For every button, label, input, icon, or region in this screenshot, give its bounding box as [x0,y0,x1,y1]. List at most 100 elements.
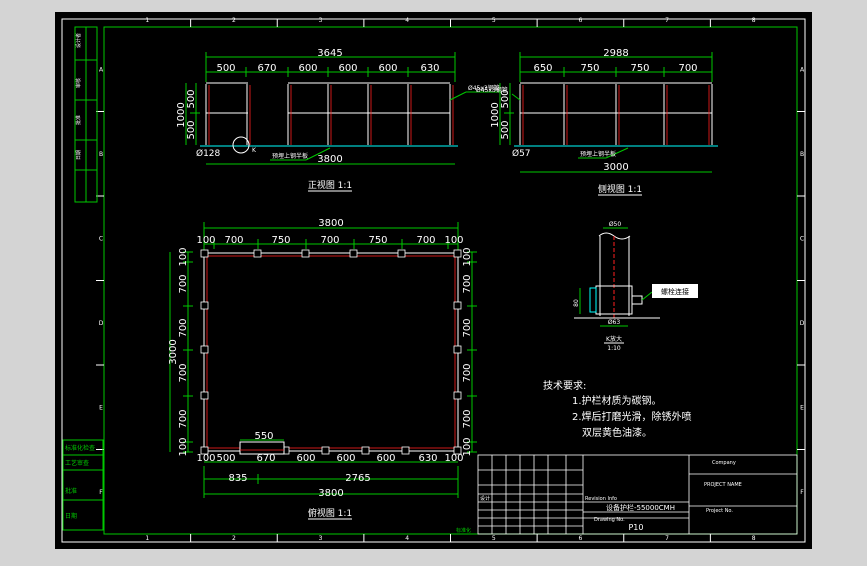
tech-note-2: 2.焊后打磨光滑，除锈外喷 [572,410,692,423]
zone-col-label: 2 [232,535,236,542]
tech-notes-heading: 技术要求: [543,379,586,392]
side-height-lower: 500 [500,120,511,139]
zone-col-label: 7 [665,535,669,542]
side-diameter: Ø57 [512,148,531,159]
plan-right-seg-3: 700 [462,363,473,382]
plan-top-seg-0: 100 [196,235,215,246]
side-seg-2: 750 [630,63,649,74]
plan-left-seg-2: 700 [178,318,189,337]
zone-col-label: 6 [579,17,583,24]
plan-top-seg-2: 750 [271,235,290,246]
tech-note-1: 1.护栏材质为碳钢。 [572,394,662,407]
title-block-drawing-no: Drawing No. [594,517,625,523]
title-block-drawing-title: 设备护栏-55000CMH [606,503,675,512]
plan-right-seg-0: 100 [462,247,473,266]
plan-bottom-seg-5: 600 [376,453,395,464]
tech-note-3: 双层黄色油漆。 [582,426,652,439]
plan-gate-width: 550 [254,431,273,442]
drawing-canvas [55,12,812,549]
plan-bottom-part-1: 835 [228,473,247,484]
side-label-2: 批准 [75,115,82,125]
side-label-0: 设计者 [75,33,82,48]
zone-row-label: F [800,489,804,496]
zone-row-label: D [99,320,104,327]
title-block-tag-b: 设计 [480,495,490,502]
cad-viewport: 1122334455667788 AABBCCDDEEFF 设计者 审核 批准 … [0,0,867,562]
zone-col-label: 8 [752,17,756,24]
plan-left-seg-0: 100 [178,247,189,266]
zone-col-label: 2 [232,17,236,24]
front-seg-5: 630 [420,63,439,74]
zone-row-label: D [800,320,805,327]
plan-bottom-seg-1: 500 [216,453,235,464]
title-block-project-name: PROJECT NAME [704,482,742,488]
plan-left-seg-3: 700 [178,363,189,382]
side-base-note: 预埋上钢半板 [580,150,616,158]
side-pipe-annotation: Ø45x3钢管 [476,86,508,94]
plan-bottom-seg-4: 600 [336,453,355,464]
title-block-project-no: Project No. [706,508,733,514]
plan-right-seg-1: 700 [462,274,473,293]
zone-row-label: C [99,235,103,242]
front-seg-2: 600 [298,63,317,74]
zone-col-label: 3 [319,17,323,24]
side-total-dim: 2988 [603,48,628,59]
plan-bottom-seg-0: 100 [196,453,215,464]
zone-col-label: 4 [405,535,409,542]
title-block-tag-a: Revision Info [585,496,617,502]
plan-right-seg-4: 700 [462,409,473,428]
plan-top-seg-1: 700 [224,235,243,246]
plan-bottom-seg-3: 600 [296,453,315,464]
drawing-sheet: 1122334455667788 A AB BC CD DE EF F 设计者 审核 批准 … [55,12,812,549]
side-seg-0: 650 [533,63,552,74]
side-view-title: 侧视图 1:1 [598,183,642,195]
plan-view-title: 俯视图 1:1 [308,507,352,519]
plan-left-seg-1: 700 [178,274,189,293]
front-height-upper: 500 [186,89,197,108]
front-seg-4: 600 [378,63,397,74]
plan-bottom-seg-2: 670 [256,453,275,464]
front-seg-3: 600 [338,63,357,74]
detail-bottom-dim: Ø63 [608,319,621,326]
side-seg-1: 750 [580,63,599,74]
detail-top-dim: Ø50 [609,221,622,228]
plan-top-seg-3: 700 [320,235,339,246]
side-label-1: 审核 [75,78,82,88]
front-base-note: 预埋上钢半板 [272,152,308,160]
plan-bottom-seg-6: 630 [418,453,437,464]
front-view-title: 正视图 1:1 [308,179,352,191]
front-diameter: Ø128 [196,148,221,159]
front-total-dim: 3645 [317,48,342,59]
zone-row-label: E [800,404,804,411]
side-seg-3: 700 [678,63,697,74]
detail-side-dim: 80 [573,299,580,307]
plan-right-seg-5: 100 [462,437,473,456]
zone-col-label: 5 [492,535,496,542]
detail-scale: 1:10 [607,345,621,352]
left-box-3: 日期 [65,512,77,520]
plan-left-seg-5: 100 [178,437,189,456]
zone-row-label: C [800,235,804,242]
zone-row-label: B [99,151,103,158]
plan-top-seg-5: 700 [416,235,435,246]
plan-left-total: 3000 [168,339,179,364]
title-block-company: Company [712,460,736,466]
plan-bottom-part-2: 2765 [345,473,370,484]
zone-col-label: 8 [752,535,756,542]
plan-bottom-seg-7: 100 [444,453,463,464]
front-height-lower: 500 [186,120,197,139]
left-box-0: 标准化检查 [65,444,95,452]
plan-top-seg-4: 750 [368,235,387,246]
left-box-1: 工艺审查 [65,459,89,467]
zone-col-label: 1 [145,17,149,24]
plan-top-total: 3800 [318,218,343,229]
zone-row-label: B [800,151,804,158]
title-block-page: P10 [628,523,643,532]
plan-left-seg-4: 700 [178,409,189,428]
left-box-2: 批准 [65,487,77,495]
zone-col-label: 7 [665,17,669,24]
plan-right-seg-2: 700 [462,318,473,337]
plan-bottom-total: 3800 [318,488,343,499]
front-seg-0: 500 [216,63,235,74]
title-block-tag-c: 标准化 [456,527,471,534]
